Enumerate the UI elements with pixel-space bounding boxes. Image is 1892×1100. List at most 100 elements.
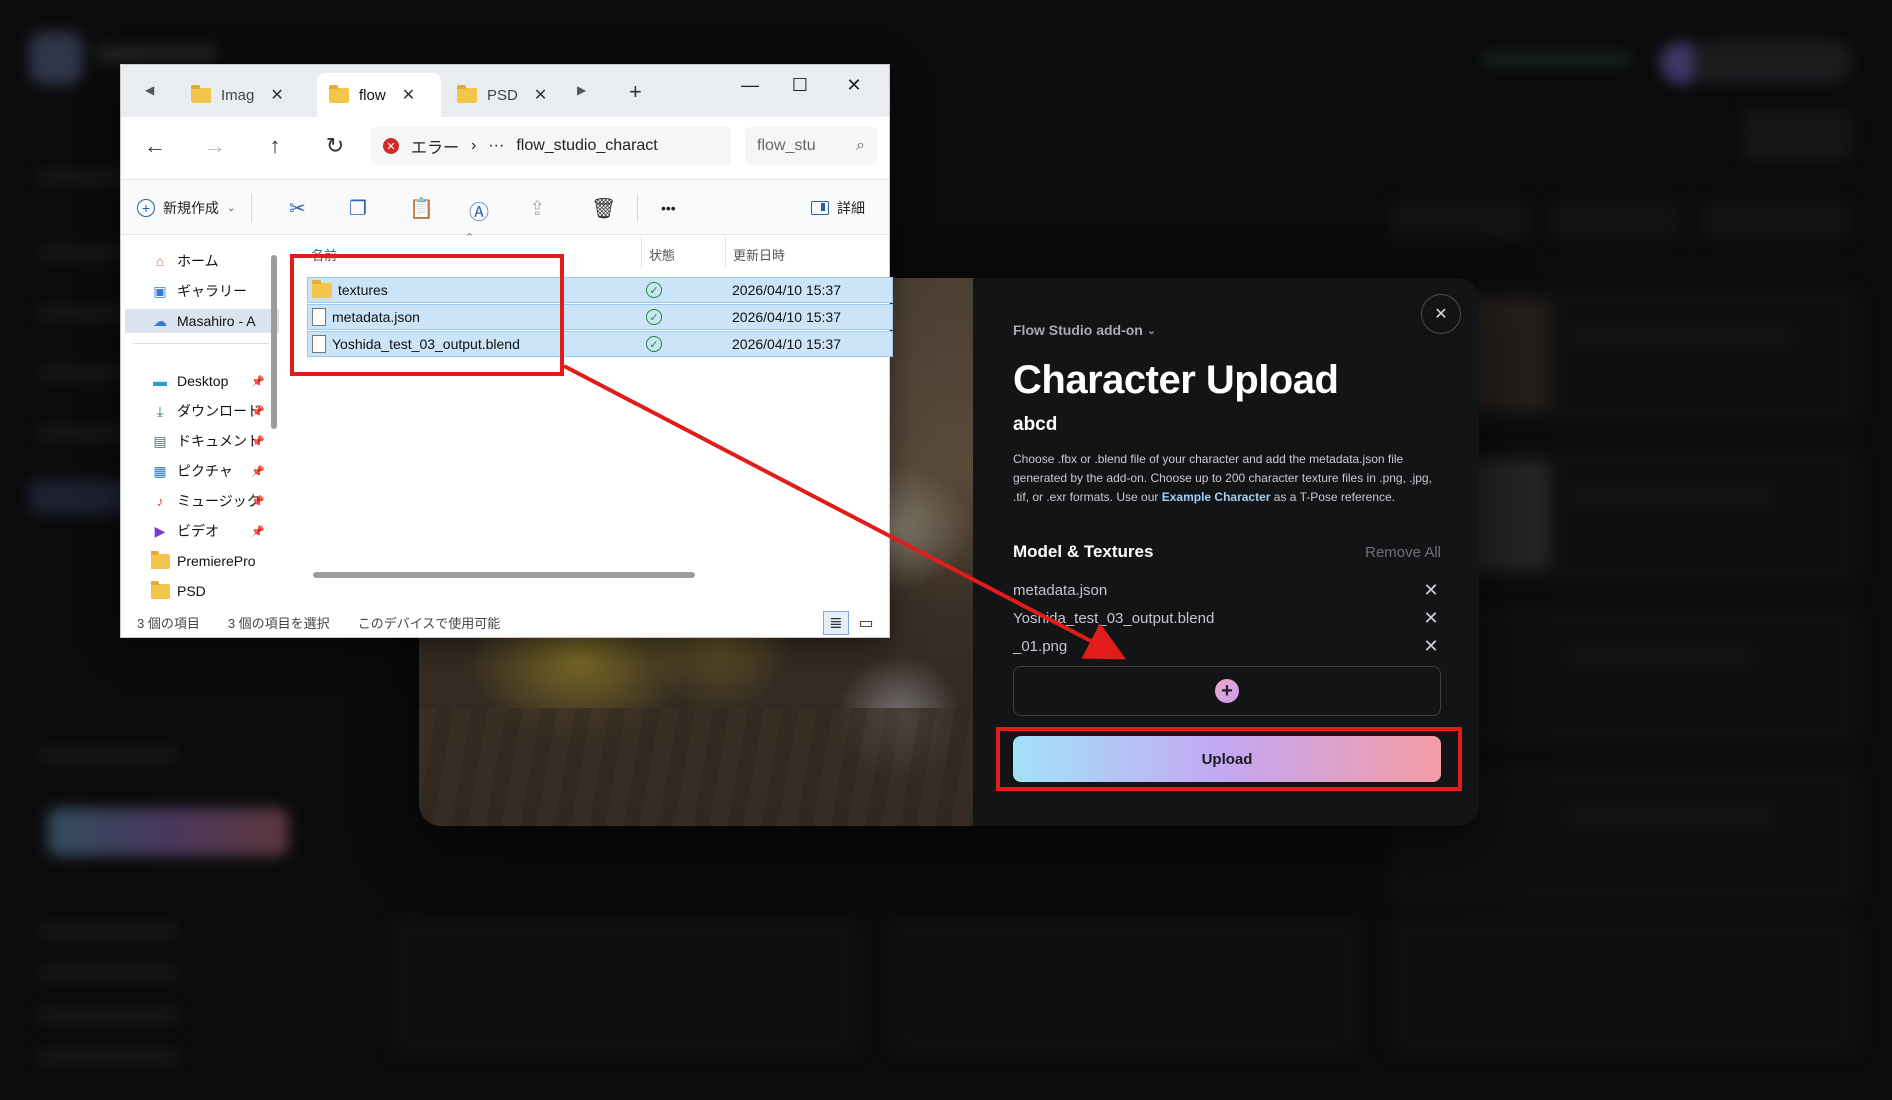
- sidebar-item-label: ビデオ: [177, 523, 219, 539]
- blend-file-icon: [312, 335, 326, 353]
- bg-pill: [1550, 200, 1680, 240]
- folder-shape: [151, 550, 170, 569]
- search-input[interactable]: flow_stu ⌕: [745, 127, 877, 165]
- address-bar-row: ← → ↑ ↻ ✕ エラー › ··· flow_studio_charact …: [121, 117, 889, 179]
- close-icon[interactable]: ✕: [534, 85, 547, 105]
- remove-file-icon[interactable]: ✕: [1421, 608, 1441, 629]
- sidebar-item-onedrive[interactable]: ☁ Masahiro - A: [125, 309, 279, 333]
- tab-images[interactable]: Imag ✕: [179, 73, 311, 117]
- file-name: Yoshida_test_03_output.blend: [332, 336, 520, 352]
- file-name-cell: metadata.json: [312, 308, 420, 326]
- close-window-icon[interactable]: ✕: [839, 75, 869, 96]
- close-icon[interactable]: ✕: [270, 85, 283, 105]
- breadcrumb-ellipsis[interactable]: ···: [488, 137, 504, 155]
- table-row[interactable]: textures ✓ 2026/04/10 15:37: [307, 277, 893, 303]
- copy-icon[interactable]: ❐: [349, 196, 367, 221]
- table-row[interactable]: metadata.json ✓ 2026/04/10 15:37: [307, 304, 893, 330]
- remove-all-button[interactable]: Remove All: [1365, 544, 1441, 561]
- rename-icon[interactable]: Ⓐ: [469, 196, 489, 225]
- pin-icon[interactable]: 📌: [251, 495, 265, 508]
- sidebar-item-premierepro[interactable]: PremierePro: [151, 549, 269, 573]
- plus-circle-icon: +: [137, 199, 155, 217]
- upload-button[interactable]: Upload: [1013, 736, 1441, 782]
- large-icons-view-icon[interactable]: ▭: [853, 611, 879, 635]
- cut-icon[interactable]: ✂: [289, 196, 306, 221]
- file-name-cell: Yoshida_test_03_output.blend: [312, 335, 520, 353]
- pin-icon[interactable]: 📌: [251, 405, 265, 418]
- back-arrow-icon[interactable]: ←: [139, 133, 171, 159]
- table-row[interactable]: Yoshida_test_03_output.blend ✓ 2026/04/1…: [307, 331, 893, 357]
- sidebar-item-documents[interactable]: ▤ ドキュメント 📌: [151, 429, 269, 453]
- column-header-status[interactable]: 状態: [649, 245, 675, 264]
- new-tab-icon[interactable]: +: [629, 79, 642, 105]
- video-icon: ▶: [154, 522, 166, 539]
- example-character-link[interactable]: Example Character: [1162, 490, 1271, 504]
- plus-icon: +: [1215, 679, 1239, 703]
- more-options-icon[interactable]: •••: [661, 200, 676, 216]
- column-header-modified[interactable]: 更新日時: [733, 245, 785, 264]
- remove-file-icon[interactable]: ✕: [1421, 636, 1441, 657]
- model-textures-section: Model & Textures Remove All: [1013, 542, 1441, 562]
- synced-check-icon: ✓: [646, 309, 662, 325]
- delete-icon[interactable]: 🗑: [591, 196, 616, 221]
- close-button[interactable]: ✕: [1421, 294, 1461, 334]
- file-name: _01.png: [1013, 637, 1068, 655]
- close-icon: ✕: [1434, 306, 1448, 323]
- sidebar-item-gallery[interactable]: ▣ ギャラリー: [151, 279, 269, 303]
- list-item: metadata.json ✕: [1013, 576, 1441, 604]
- column-header-name[interactable]: 名前: [311, 245, 337, 264]
- tab-psd[interactable]: PSD ✕: [445, 73, 569, 117]
- horizontal-scrollbar[interactable]: [313, 572, 695, 578]
- item-count: 3 個の項目: [137, 615, 200, 631]
- sidebar-item-music[interactable]: ♪ ミュージック 📌: [151, 489, 269, 513]
- remove-file-icon[interactable]: ✕: [1421, 580, 1441, 601]
- sidebar-item-label: ミュージック: [177, 493, 261, 509]
- tab-scroll-right-icon[interactable]: ▶: [577, 83, 586, 97]
- divider: [637, 194, 638, 222]
- bg-line: [1570, 650, 1750, 662]
- pin-icon[interactable]: 📌: [251, 375, 265, 388]
- home-icon: ⌂: [155, 253, 165, 269]
- sidebar-item-videos[interactable]: ▶ ビデオ 📌: [151, 519, 269, 543]
- pin-icon[interactable]: 📌: [251, 465, 265, 478]
- file-explorer-window: ◀ Imag ✕ flow ✕ PSD ✕ ▶ + — ☐ ✕ ← → ↑ ↻ …: [120, 64, 893, 638]
- sidebar-item-desktop[interactable]: ▬ Desktop 📌: [151, 369, 269, 393]
- paste-icon[interactable]: 📋: [409, 196, 434, 221]
- tab-scroll-left-icon[interactable]: ◀: [145, 83, 154, 97]
- add-files-dropzone[interactable]: +: [1013, 666, 1441, 716]
- sidebar-scrollbar[interactable]: [271, 255, 277, 429]
- minimize-icon[interactable]: —: [735, 75, 765, 96]
- up-arrow-icon[interactable]: ↑: [259, 133, 291, 159]
- maximize-icon[interactable]: ☐: [785, 75, 815, 96]
- refresh-icon[interactable]: ↻: [319, 133, 351, 159]
- bg-nav-item: [38, 966, 178, 980]
- file-name-cell: textures: [312, 279, 388, 298]
- close-icon[interactable]: ✕: [402, 85, 415, 105]
- share-icon[interactable]: ⇪: [529, 196, 546, 221]
- address-bar[interactable]: ✕ エラー › ··· flow_studio_charact: [371, 127, 731, 165]
- sidebar-item-home[interactable]: ⌂ ホーム: [151, 249, 269, 273]
- forward-arrow-icon[interactable]: →: [199, 133, 231, 159]
- list-item: _01.png ✕: [1013, 632, 1441, 660]
- file-name: metadata.json: [332, 309, 420, 325]
- folder-icon: [312, 279, 332, 298]
- sidebar-item-psd[interactable]: PSD: [151, 579, 269, 603]
- upload-description: Choose .fbx or .blend file of your chara…: [1013, 450, 1443, 507]
- file-modified: 2026/04/10 15:37: [732, 336, 841, 352]
- new-button[interactable]: + 新規作成 ⌄: [137, 198, 235, 218]
- modal-title: Character Upload: [1013, 358, 1339, 402]
- pin-icon[interactable]: 📌: [251, 525, 265, 538]
- folder-icon: [151, 580, 170, 600]
- pin-icon[interactable]: 📌: [251, 435, 265, 448]
- sidebar-item-downloads[interactable]: ⤓ ダウンロード 📌: [151, 399, 269, 423]
- file-list-pane: ⌃ 名前 状態 更新日時 textures ✓ 2026/04/10 15:37…: [289, 232, 893, 609]
- bg-card: [890, 916, 1360, 1056]
- addon-dropdown[interactable]: Flow Studio add-on ⌄: [1013, 322, 1156, 338]
- tab-flow[interactable]: flow ✕: [317, 73, 441, 117]
- sidebar-item-pictures[interactable]: ▦ ピクチャ 📌: [151, 459, 269, 483]
- sidebar-item-label: ホーム: [177, 253, 219, 269]
- details-pane-button[interactable]: 詳細: [811, 198, 865, 218]
- divider: [725, 237, 726, 267]
- details-view-icon[interactable]: ≣: [823, 611, 849, 635]
- section-title: Model & Textures: [1013, 542, 1154, 561]
